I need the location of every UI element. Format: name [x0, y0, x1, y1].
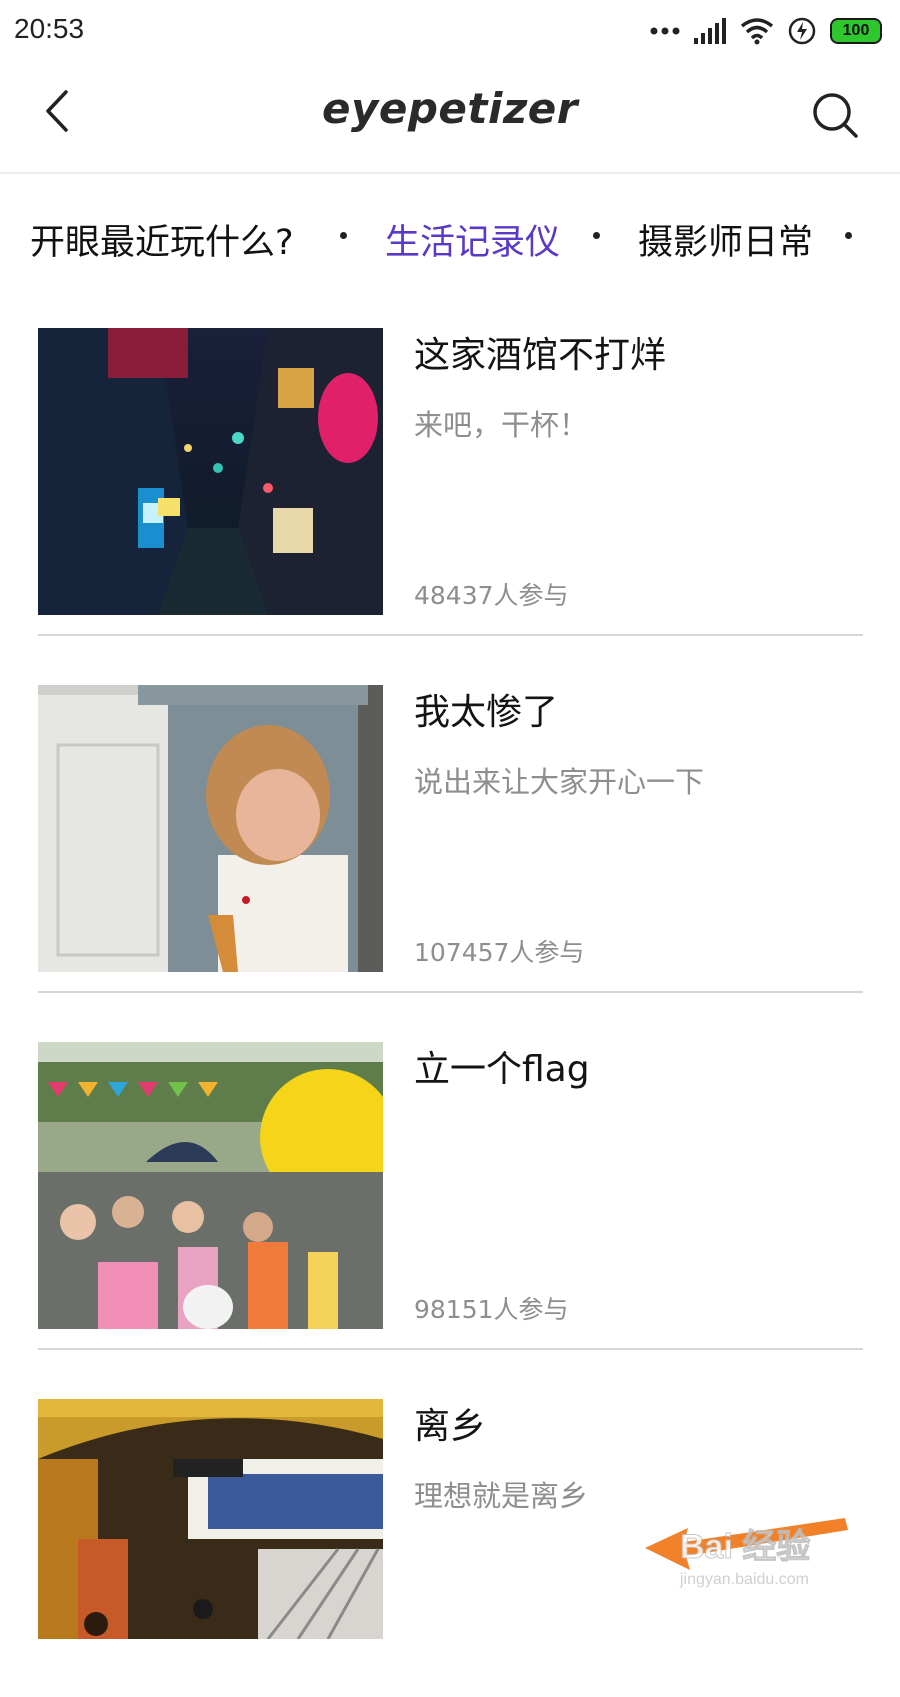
brand-logo: eyepetizer	[321, 84, 578, 133]
item-subtitle: 来吧，干杯！	[414, 408, 589, 442]
category-tabs: 开眼最近玩什么? 生活记录仪 摄影师日常	[0, 174, 900, 296]
tab-separator-dot	[593, 232, 600, 239]
list-item[interactable]: 我太惨了 说出来让大家开心一下 107457人参与	[38, 653, 863, 983]
item-title: 立一个flag	[414, 1049, 590, 1090]
more-dots-icon	[650, 27, 680, 35]
item-participant-count: 107457人参与	[414, 938, 585, 967]
item-participant-count: 48437人参与	[414, 581, 569, 610]
item-subtitle: 理想就是离乡	[414, 1479, 589, 1513]
thumbnail-night-alley	[38, 328, 383, 615]
search-icon	[813, 93, 858, 138]
status-bar: 20:53 100	[0, 0, 900, 62]
status-icons: 100	[650, 14, 882, 48]
item-subtitle: 说出来让大家开心一下	[414, 765, 705, 799]
list-item[interactable]: 立一个flag 98151人参与	[38, 1010, 863, 1340]
watermark-brand: Bai 经验	[680, 1527, 810, 1566]
app-header: eyepetizer	[0, 62, 900, 174]
battery-icon: 100	[830, 18, 882, 44]
item-title: 我太惨了	[414, 692, 559, 733]
tab-life-recorder[interactable]: 生活记录仪	[385, 214, 560, 265]
status-time: 20:53	[14, 13, 85, 44]
item-title: 这家酒馆不打烊	[414, 335, 667, 376]
thumbnail-crying-child	[38, 685, 383, 972]
list-item[interactable]: 这家酒馆不打烊 来吧，干杯！ 48437人参与	[38, 296, 863, 626]
thumbnail-train-station	[38, 1399, 383, 1639]
list-divider	[38, 634, 863, 636]
wifi-icon	[740, 18, 774, 45]
search-button[interactable]	[810, 90, 860, 140]
tab-recent-play[interactable]: 开眼最近玩什么?	[30, 214, 294, 265]
item-title: 离乡	[414, 1406, 487, 1447]
list-divider	[38, 1348, 863, 1350]
tab-photographer-daily[interactable]: 摄影师日常	[638, 214, 813, 265]
thumbnail-songkran-festival	[38, 1042, 383, 1329]
watermark-overlay: Bai 经验 jingyan.baidu.com	[640, 1500, 880, 1590]
tab-separator-dot	[845, 232, 852, 239]
signal-icon	[694, 18, 726, 44]
watermark-url: jingyan.baidu.com	[679, 1571, 809, 1588]
list-divider	[38, 991, 863, 993]
charging-icon	[788, 17, 816, 45]
tab-separator-dot	[340, 232, 347, 239]
item-participant-count: 98151人参与	[414, 1295, 569, 1324]
